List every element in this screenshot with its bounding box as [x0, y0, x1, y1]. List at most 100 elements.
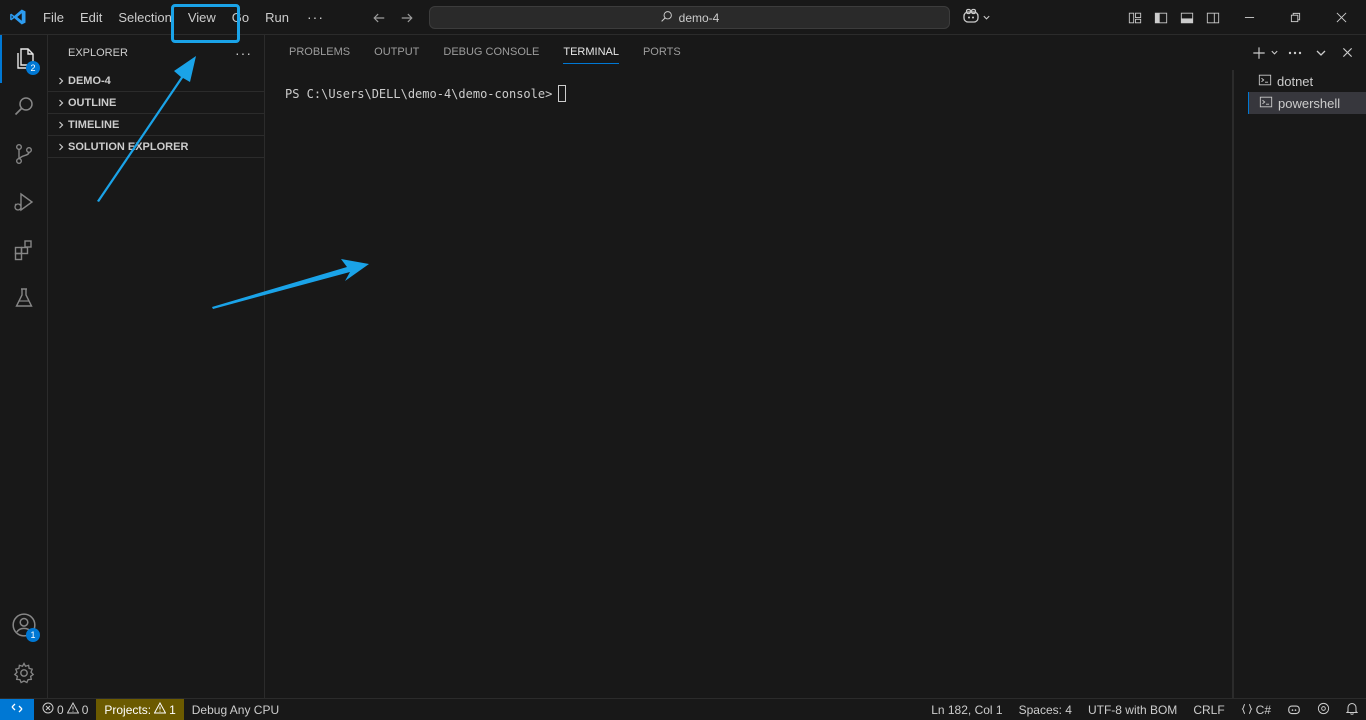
- more-actions-icon[interactable]: [1284, 42, 1306, 64]
- restore-icon[interactable]: [1272, 0, 1318, 35]
- section-demo-4[interactable]: DEMO-4: [48, 70, 264, 92]
- new-terminal-icon[interactable]: [1248, 42, 1270, 64]
- toggle-secondary-sidebar-icon[interactable]: [1200, 0, 1226, 35]
- terminal-item-dotnet[interactable]: dotnet: [1248, 70, 1366, 92]
- tab-terminal[interactable]: TERMINAL: [551, 35, 631, 70]
- tab-problems[interactable]: PROBLEMS: [277, 35, 362, 70]
- title-bar-controls: [1122, 0, 1364, 35]
- testing-button[interactable]: [0, 275, 48, 323]
- search-icon: [12, 94, 36, 121]
- copilot-icon: [962, 8, 980, 27]
- run-debug-button[interactable]: [0, 179, 48, 227]
- close-icon[interactable]: [1336, 42, 1358, 64]
- command-center-search[interactable]: demo-4: [429, 6, 950, 29]
- warning-icon: [66, 701, 80, 717]
- tab-debug-console[interactable]: DEBUG CONSOLE: [431, 35, 551, 70]
- chevron-down-icon: [982, 10, 991, 25]
- explorer-sidebar: EXPLORER ··· DEMO-4 OUTLINE TIMELINE SOL…: [48, 35, 265, 698]
- source-control-button[interactable]: [0, 131, 48, 179]
- terminal-icon: [1259, 95, 1273, 112]
- terminal-cursor: [558, 85, 567, 102]
- terminal-prompt: PS C:\Users\DELL\demo-4\demo-console>: [285, 86, 553, 101]
- section-label: TIMELINE: [68, 118, 120, 131]
- end-of-line[interactable]: CRLF: [1185, 699, 1232, 720]
- explorer-button[interactable]: 2: [0, 35, 48, 83]
- terminal-tabs-list: dotnet powershell: [1232, 70, 1366, 698]
- copilot-icon: [1287, 703, 1301, 718]
- tab-output[interactable]: OUTPUT: [362, 35, 431, 70]
- vscode-logo-icon: [0, 0, 35, 35]
- section-timeline[interactable]: TIMELINE: [48, 114, 264, 136]
- panel-tabs: PROBLEMS OUTPUT DEBUG CONSOLE TERMINAL P…: [265, 35, 693, 70]
- remote-indicator[interactable]: [0, 698, 34, 720]
- section-outline[interactable]: OUTLINE: [48, 92, 264, 114]
- accounts-badge: 1: [26, 628, 40, 642]
- collapse-panel-icon[interactable]: [1310, 42, 1332, 64]
- search-icon: [660, 10, 673, 26]
- search-button[interactable]: [0, 83, 48, 131]
- toggle-primary-sidebar-icon[interactable]: [1148, 0, 1174, 35]
- projects-indicator[interactable]: Projects: 1: [96, 698, 184, 720]
- projects-warning-count: 1: [169, 702, 176, 717]
- menu-more-button[interactable]: ···: [297, 9, 334, 25]
- menu-file[interactable]: File: [35, 0, 72, 35]
- terminal-scrollbar: [1233, 70, 1234, 698]
- terminal-output[interactable]: PS C:\Users\DELL\demo-4\demo-console>: [285, 85, 567, 102]
- run-debug-icon: [12, 190, 36, 217]
- accounts-button[interactable]: 1: [0, 602, 48, 650]
- warning-icon: [153, 701, 167, 717]
- indentation[interactable]: Spaces: 4: [1011, 699, 1080, 720]
- remote-icon: [11, 702, 23, 717]
- debug-config[interactable]: Debug Any CPU: [184, 699, 287, 720]
- menu-run[interactable]: Run: [257, 0, 297, 35]
- status-bar-right: Ln 182, Col 1 Spaces: 4 UTF-8 with BOM C…: [923, 699, 1366, 720]
- chevron-right-icon: [54, 142, 68, 152]
- section-label: SOLUTION EXPLORER: [68, 140, 189, 153]
- toggle-panel-icon[interactable]: [1174, 0, 1200, 35]
- language-label: C#: [1255, 703, 1271, 717]
- extensions-button[interactable]: [0, 227, 48, 275]
- manage-button[interactable]: [0, 650, 48, 698]
- tab-ports[interactable]: PORTS: [631, 35, 693, 70]
- live-share-status[interactable]: [1309, 699, 1338, 720]
- activity-bar: 2 1: [0, 35, 48, 698]
- error-count: 0: [57, 702, 64, 717]
- language-mode[interactable]: C#: [1233, 699, 1279, 720]
- menu-edit[interactable]: Edit: [72, 0, 110, 35]
- cursor-position[interactable]: Ln 182, Col 1: [923, 699, 1010, 720]
- navigation-arrows: [368, 0, 418, 35]
- panel-actions: [1248, 35, 1358, 70]
- source-control-icon: [12, 142, 36, 169]
- chevron-right-icon: [54, 98, 68, 108]
- copilot-status[interactable]: [1279, 699, 1309, 720]
- chevron-down-icon[interactable]: [1268, 42, 1280, 64]
- encoding[interactable]: UTF-8 with BOM: [1080, 699, 1185, 720]
- sidebar-title: EXPLORER: [68, 46, 128, 59]
- beaker-icon: [12, 286, 36, 313]
- menu-selection[interactable]: Selection: [110, 0, 179, 35]
- terminal-label: powershell: [1278, 95, 1341, 111]
- projects-label: Projects:: [104, 702, 152, 717]
- customize-layout-icon[interactable]: [1122, 0, 1148, 35]
- extensions-icon: [12, 238, 36, 265]
- copilot-button[interactable]: [962, 0, 991, 35]
- notifications-button[interactable]: [1338, 699, 1366, 720]
- status-bar: 0 0 Projects: 1 Debug Any CPU Ln 182, Co…: [0, 698, 1366, 720]
- highlight-box-annotation: [171, 4, 240, 43]
- forward-arrow-icon[interactable]: [396, 7, 418, 29]
- warning-count: 0: [81, 702, 89, 717]
- problems-indicator[interactable]: 0 0: [34, 699, 96, 720]
- bell-icon: [1345, 702, 1359, 718]
- close-icon[interactable]: [1318, 0, 1364, 35]
- error-icon: [42, 702, 54, 717]
- section-label: OUTLINE: [68, 96, 117, 109]
- terminal-icon: [1258, 73, 1272, 90]
- terminal-item-powershell[interactable]: powershell: [1248, 92, 1366, 114]
- chevron-right-icon: [54, 120, 68, 130]
- section-solution-explorer[interactable]: SOLUTION EXPLORER: [48, 136, 264, 158]
- gear-icon: [12, 661, 36, 688]
- terminal-label: dotnet: [1277, 73, 1314, 89]
- back-arrow-icon[interactable]: [368, 7, 390, 29]
- minimize-icon[interactable]: [1226, 0, 1272, 35]
- sidebar-more-button[interactable]: ···: [235, 45, 252, 61]
